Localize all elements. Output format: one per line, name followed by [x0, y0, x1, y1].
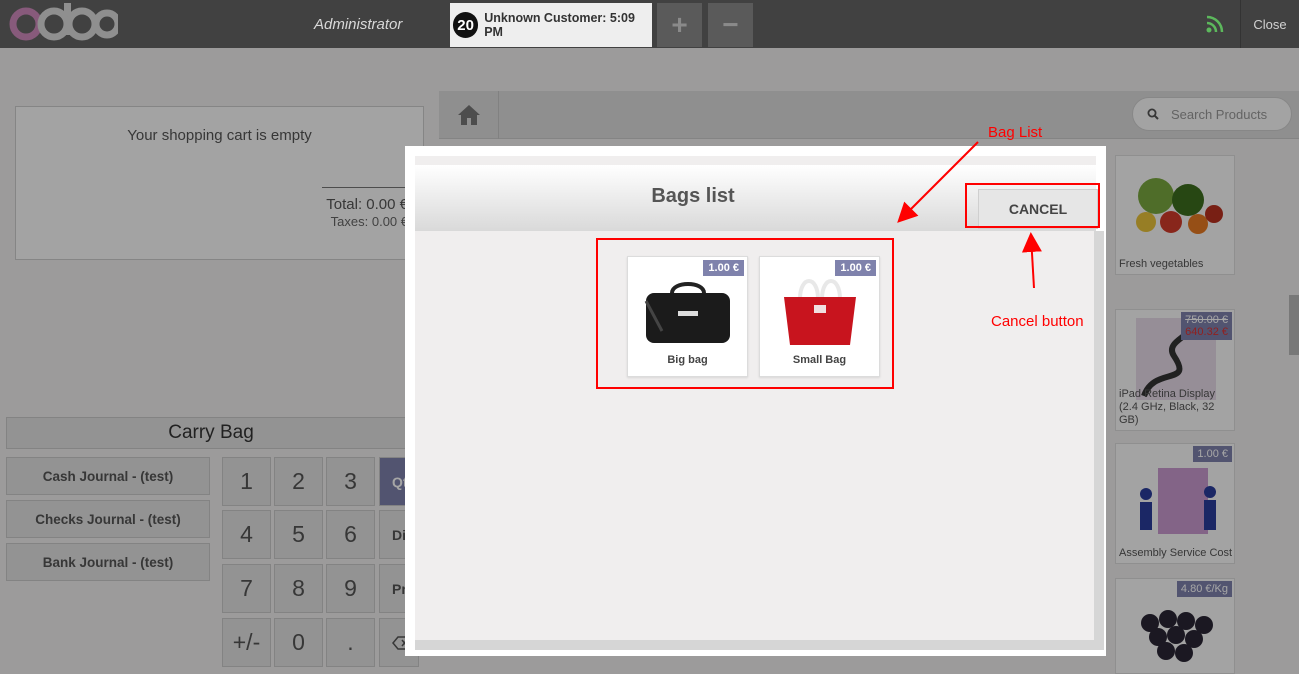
cancel-button-annotation: Cancel button — [991, 313, 1084, 330]
popup-title: Bags list — [651, 185, 735, 207]
odoo-logo — [9, 3, 118, 41]
bag-list-annotation: Bag List — [988, 124, 1043, 141]
close-button[interactable]: Close — [1240, 0, 1299, 48]
top-bar: Administrator 20 Unknown Customer: 5:09 … — [0, 0, 1299, 48]
order-number-badge: 20 — [453, 12, 479, 38]
connection-status-icon — [1206, 15, 1224, 33]
order-label: Unknown Customer: 5:09 PM — [484, 11, 635, 39]
cancel-highlight — [965, 183, 1100, 228]
popup-horizontal-scrollbar[interactable] — [415, 640, 1094, 650]
popup-body: Bags list CANCEL 1.00 € Big bag 1.00 € S… — [415, 156, 1104, 650]
order-tab[interactable]: 20 Unknown Customer: 5:09 PM — [450, 3, 652, 47]
bag-list-highlight — [596, 238, 894, 389]
delete-order-button[interactable]: − — [708, 3, 753, 47]
popup-vertical-scrollbar[interactable] — [1094, 231, 1104, 650]
user-name[interactable]: Administrator — [314, 16, 402, 33]
new-order-button[interactable]: + — [657, 3, 702, 47]
